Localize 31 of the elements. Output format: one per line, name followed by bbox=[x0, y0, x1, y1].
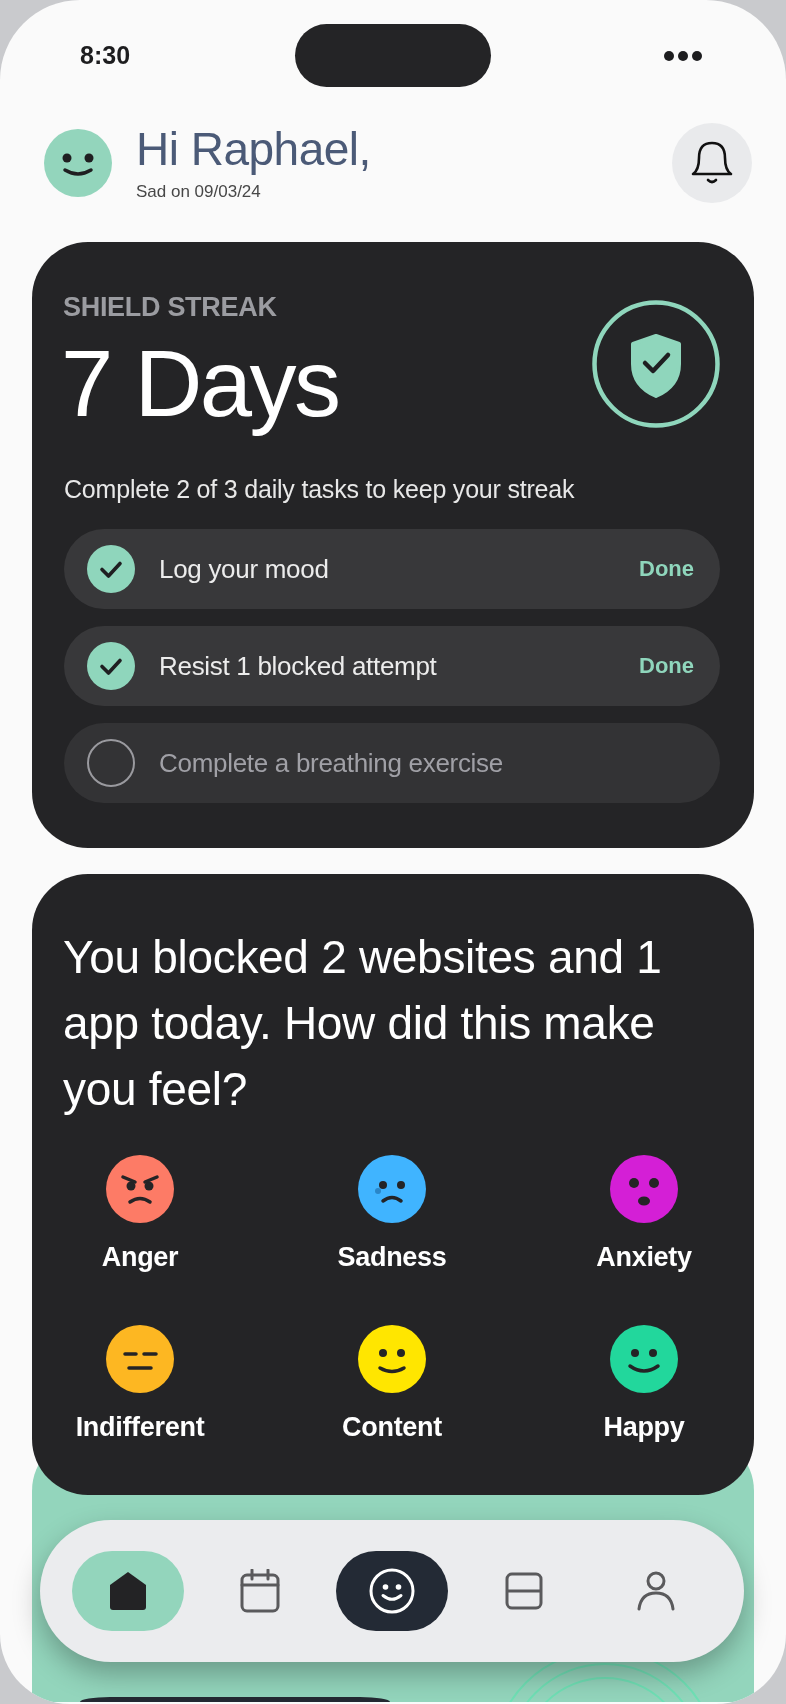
mood-option[interactable]: Happy bbox=[564, 1325, 724, 1442]
streak-label: SHIELD STREAK bbox=[63, 292, 278, 322]
smiley-icon bbox=[44, 129, 112, 197]
shield-check-icon bbox=[592, 300, 720, 428]
mood-option[interactable]: Indifferent bbox=[60, 1325, 220, 1442]
person-icon bbox=[637, 1571, 675, 1611]
task-label: Resist 1 blocked attempt bbox=[159, 650, 437, 682]
calendar-icon bbox=[240, 1569, 280, 1613]
mood-date-subtitle: Sad on 09/03/24 bbox=[136, 182, 262, 202]
streak-instruction: Complete 2 of 3 daily tasks to keep your streak bbox=[64, 474, 576, 504]
mood-option[interactable]: Content bbox=[312, 1325, 472, 1442]
task-label: Log your mood bbox=[159, 553, 329, 585]
task-row[interactable]: Resist 1 blocked attempt Done bbox=[64, 626, 720, 706]
task-status: Done bbox=[639, 556, 694, 582]
layout-icon bbox=[505, 1572, 543, 1610]
mood-option[interactable]: Anger bbox=[60, 1155, 220, 1272]
streak-value: 7 Days bbox=[61, 334, 339, 434]
mood-question: You blocked 2 websites and 1 app today. How did this make you feel? bbox=[62, 930, 663, 1117]
more-icon bbox=[664, 50, 702, 61]
mood-option[interactable]: Anxiety bbox=[564, 1155, 724, 1272]
mood-option[interactable]: Sadness bbox=[312, 1155, 472, 1272]
task-status: Done bbox=[639, 653, 694, 679]
task-row[interactable]: Complete a breathing exercise bbox=[64, 723, 720, 803]
home-icon bbox=[109, 1571, 147, 1611]
status-time: 8:30 bbox=[80, 41, 131, 70]
task-label: Complete a breathing exercise bbox=[159, 747, 503, 779]
card-button[interactable] bbox=[80, 1697, 390, 1702]
bell-icon bbox=[690, 140, 734, 186]
smiley-icon bbox=[369, 1568, 415, 1614]
task-row[interactable]: Log your mood Done bbox=[64, 529, 720, 609]
greeting-title: Hi Raphael, bbox=[136, 124, 371, 174]
